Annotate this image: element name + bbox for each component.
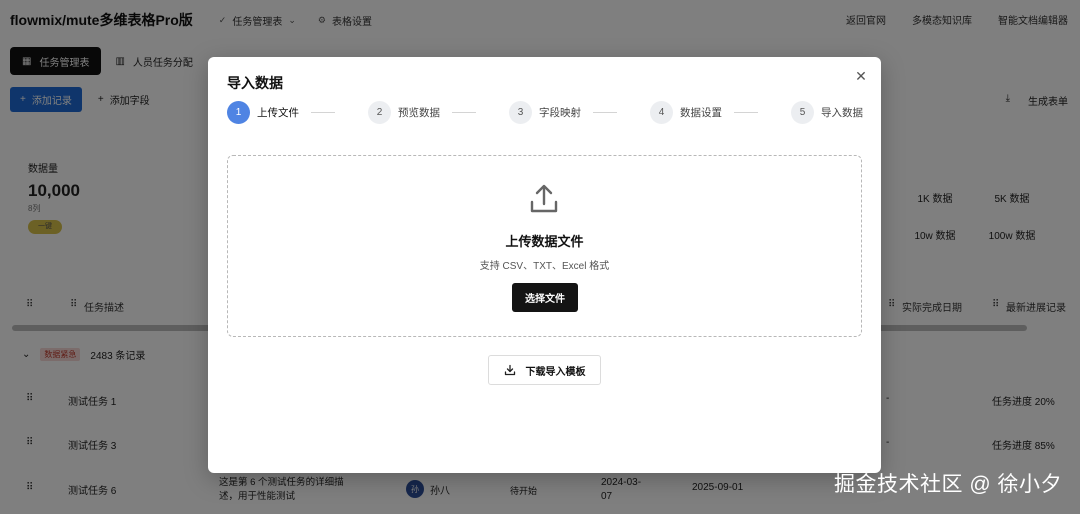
- import-steps: 1 上传文件 2 预览数据 3 字段映射 4 数据设置 5 导入数据: [227, 101, 863, 125]
- step-label: 字段映射: [539, 107, 581, 119]
- download-icon: [504, 364, 515, 376]
- step-field-mapping[interactable]: 3 字段映射: [509, 101, 581, 124]
- step-import-data[interactable]: 5 导入数据: [791, 101, 863, 124]
- close-icon[interactable]: ✕: [853, 68, 869, 84]
- step-number: 2: [368, 101, 391, 124]
- step-number: 3: [509, 101, 532, 124]
- step-preview-data[interactable]: 2 预览数据: [368, 101, 440, 124]
- step-connector: [593, 112, 617, 113]
- step-data-settings[interactable]: 4 数据设置: [650, 101, 722, 124]
- step-label: 上传文件: [257, 107, 299, 119]
- step-label: 数据设置: [680, 107, 722, 119]
- dropzone-title: 上传数据文件: [505, 234, 584, 249]
- step-number: 5: [791, 101, 814, 124]
- step-number: 4: [650, 101, 673, 124]
- step-upload-file[interactable]: 1 上传文件: [227, 101, 299, 124]
- step-label: 预览数据: [398, 107, 440, 119]
- import-data-modal: 导入数据 ✕ 1 上传文件 2 预览数据 3 字段映射 4 数据设置 5 导入数…: [208, 57, 881, 473]
- step-connector: [734, 112, 758, 113]
- modal-title: 导入数据: [227, 75, 283, 91]
- step-connector: [311, 112, 335, 113]
- choose-file-button[interactable]: 选择文件: [512, 283, 578, 312]
- dropzone-hint: 支持 CSV、TXT、Excel 格式: [479, 261, 610, 272]
- download-template-label: 下载导入模板: [525, 366, 586, 378]
- step-label: 导入数据: [821, 107, 863, 119]
- step-connector: [452, 112, 476, 113]
- upload-icon: [530, 184, 558, 213]
- step-number: 1: [227, 101, 250, 124]
- file-dropzone[interactable]: 上传数据文件 支持 CSV、TXT、Excel 格式 选择文件: [227, 155, 862, 337]
- watermark: 掘金技术社区 @ 徐小夕: [834, 473, 1062, 496]
- download-template-button[interactable]: 下载导入模板: [488, 355, 601, 385]
